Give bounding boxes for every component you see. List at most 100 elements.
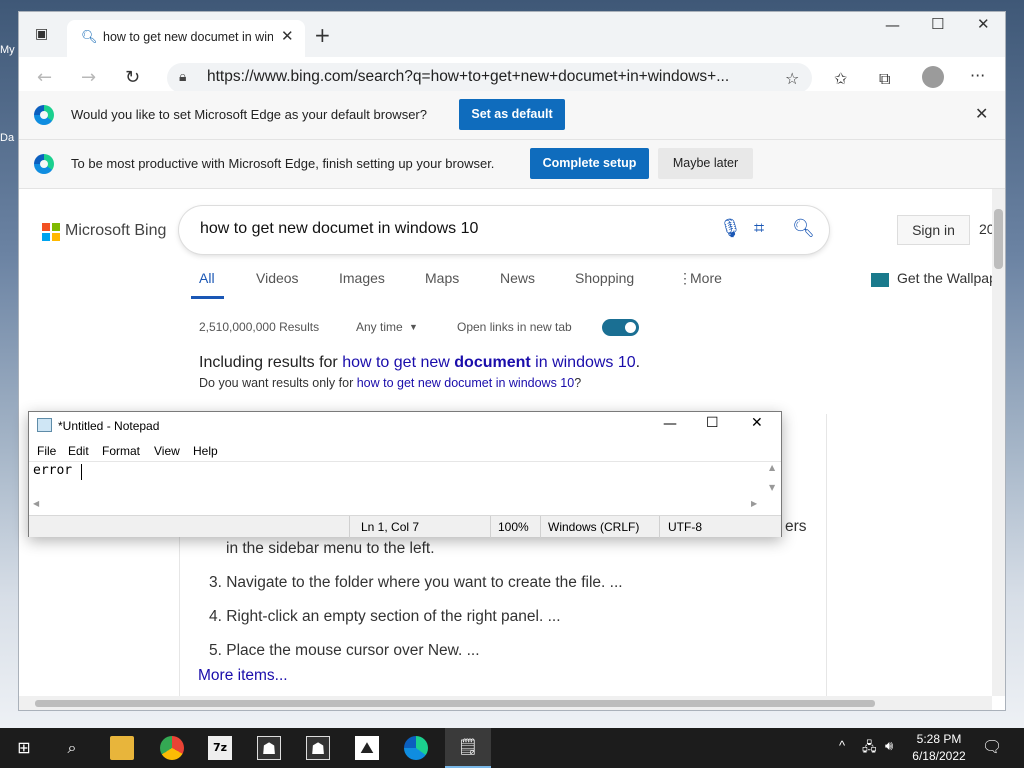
minimize-icon[interactable]: — xyxy=(663,416,677,432)
menu-help[interactable]: Help xyxy=(193,444,218,458)
address-bar[interactable]: 🔒︎ https://www.bing.com/search?q=how+to+… xyxy=(167,63,812,93)
set-as-default-button[interactable]: Set as default xyxy=(459,99,565,130)
menu-edit[interactable]: Edit xyxy=(68,444,89,458)
tab-title: how to get new documet in windows 10 - S… xyxy=(103,30,273,44)
desktop-icon-label[interactable]: My xyxy=(0,44,15,56)
collections-icon[interactable]: ⧉ xyxy=(879,69,890,89)
setup-infobar: To be most productive with Microsoft Edg… xyxy=(19,140,1005,189)
network-icon[interactable]: 🖧 xyxy=(862,738,877,760)
microphone-icon[interactable]: 🎙︎ xyxy=(719,218,742,239)
clock-time[interactable]: 5:28 PM xyxy=(906,732,972,746)
file-explorer-icon[interactable] xyxy=(110,736,134,760)
scroll-right-icon[interactable]: ▶ xyxy=(751,499,757,508)
close-tab-icon[interactable]: ✕ xyxy=(281,27,294,45)
clock-date[interactable]: 6/18/2022 xyxy=(906,749,972,763)
chevron-down-icon[interactable]: ▼ xyxy=(409,322,418,332)
tab-videos[interactable]: Videos xyxy=(256,270,299,286)
more-options-icon[interactable]: ··· xyxy=(970,66,985,85)
new-tab-icon[interactable]: + xyxy=(314,23,331,47)
favorite-star-icon[interactable]: ☆ xyxy=(785,69,799,88)
search-icon[interactable]: 🔍︎ xyxy=(792,218,815,239)
scroll-up-icon[interactable]: ▲ xyxy=(769,463,775,472)
edge-logo-icon xyxy=(34,154,54,174)
tab-shopping[interactable]: Shopping xyxy=(575,270,634,286)
scroll-thumb[interactable] xyxy=(994,209,1003,269)
volume-icon[interactable]: 🔊︎ xyxy=(885,738,893,754)
menu-view[interactable]: View xyxy=(154,444,180,458)
tab-images[interactable]: Images xyxy=(339,270,385,286)
vertical-scrollbar[interactable] xyxy=(992,189,1005,696)
visual-search-icon[interactable]: ⌗ xyxy=(754,218,764,239)
open-links-label: Open links in new tab xyxy=(457,320,572,334)
notepad-icon xyxy=(37,418,52,432)
notifications-icon[interactable]: 🗨︎ xyxy=(982,737,1002,757)
favorites-icon[interactable]: ✩ xyxy=(834,69,847,88)
list-item: 3. Navigate to the folder where you want… xyxy=(209,574,623,591)
edge-window: ▣ 🔍︎ how to get new documet in windows 1… xyxy=(18,11,1006,711)
scroll-down-icon[interactable]: ▼ xyxy=(769,483,775,492)
scroll-left-icon[interactable]: ◀ xyxy=(33,499,39,508)
complete-setup-button[interactable]: Complete setup xyxy=(530,148,649,179)
tab-news[interactable]: News xyxy=(500,270,535,286)
tab-actions-icon[interactable]: ▣ xyxy=(35,26,48,42)
default-browser-infobar: Would you like to set Microsoft Edge as … xyxy=(19,91,1005,140)
chevron-up-icon[interactable]: ^ xyxy=(839,738,845,753)
notepad-text[interactable]: error xyxy=(33,463,72,478)
notepad-titlebar[interactable]: *Untitled - Notepad — ☐ ✕ xyxy=(29,412,781,441)
search-query[interactable]: how to get new documet in windows 10 xyxy=(200,220,478,238)
tab-bar: ▣ 🔍︎ how to get new documet in windows 1… xyxy=(19,12,1005,57)
search-box[interactable]: how to get new documet in windows 10 🎙︎ … xyxy=(179,206,829,254)
minimize-icon[interactable]: — xyxy=(885,16,900,34)
link-part: how to get new xyxy=(342,354,455,371)
app-icon[interactable]: ☗ xyxy=(306,736,330,760)
original-query-link[interactable]: how to get new documet in windows 10 xyxy=(357,376,575,390)
more-items-link[interactable]: More items... xyxy=(198,667,288,685)
edge-icon[interactable] xyxy=(404,736,428,760)
microsoft-logo-icon[interactable] xyxy=(42,223,60,241)
browser-tab[interactable]: 🔍︎ how to get new documet in windows 10 … xyxy=(67,20,305,57)
time-filter[interactable]: Any time xyxy=(356,320,403,334)
forward-icon[interactable]: → xyxy=(81,67,96,88)
notepad-taskbar-icon[interactable]: 🗒︎ xyxy=(445,728,491,768)
bing-brand[interactable]: Microsoft Bing xyxy=(65,222,166,240)
open-links-toggle[interactable] xyxy=(602,319,639,336)
corrected-query-link[interactable]: how to get new document in windows 10 xyxy=(342,354,635,371)
menu-format[interactable]: Format xyxy=(102,444,140,458)
chrome-icon[interactable] xyxy=(160,736,184,760)
photos-icon[interactable]: ⛰ xyxy=(355,736,379,760)
list-item: 4. Right-click an empty section of the r… xyxy=(209,608,561,625)
notepad-statusbar: Ln 1, Col 7 100% Windows (CRLF) UTF-8 xyxy=(29,515,781,538)
prompt-suffix: ? xyxy=(574,376,582,390)
rewards-count[interactable]: 20 xyxy=(979,221,992,237)
close-window-icon[interactable]: ✕ xyxy=(977,15,990,33)
tab-more[interactable]: More xyxy=(690,270,722,286)
zoom-level: 100% xyxy=(498,520,529,534)
close-infobar-icon[interactable]: ✕ xyxy=(975,104,988,123)
7zip-icon[interactable]: 7z xyxy=(208,736,232,760)
tab-all[interactable]: All xyxy=(199,270,215,286)
start-windows-icon[interactable]: ⊞ xyxy=(12,736,36,760)
refresh-icon[interactable]: ↻ xyxy=(125,67,140,88)
scroll-thumb[interactable] xyxy=(35,700,875,707)
sign-in-button[interactable]: Sign in xyxy=(897,215,970,245)
back-icon[interactable]: ← xyxy=(37,67,52,88)
lock-icon[interactable]: 🔒︎ xyxy=(179,69,186,85)
profile-avatar-icon[interactable] xyxy=(922,66,944,88)
desktop-icon-label[interactable]: Da xyxy=(0,132,14,144)
maximize-icon[interactable]: ☐ xyxy=(931,15,944,33)
tab-maps[interactable]: Maps xyxy=(425,270,459,286)
close-icon[interactable]: ✕ xyxy=(751,415,763,431)
menu-file[interactable]: File xyxy=(37,444,56,458)
maximize-icon[interactable]: ☐ xyxy=(706,415,719,431)
horizontal-scrollbar[interactable] xyxy=(19,696,992,710)
notepad-window: *Untitled - Notepad — ☐ ✕ File Edit Form… xyxy=(28,411,782,538)
link-part: in windows 10 xyxy=(530,354,636,371)
taskbar: ⊞ ⌕ 7z ☗ ☗ ⛰ 🗒︎ ^ 🖧 🔊︎ 5:28 PM 6/18/2022… xyxy=(0,728,1024,768)
partial-text: ers xyxy=(785,518,807,535)
maybe-later-button[interactable]: Maybe later xyxy=(658,148,753,179)
app-icon[interactable]: ☗ xyxy=(257,736,281,760)
wallpaper-link[interactable]: Get the Wallpap xyxy=(897,270,992,286)
wallpaper-icon[interactable] xyxy=(871,273,889,287)
link-bold: document xyxy=(454,354,531,371)
search-icon[interactable]: ⌕ xyxy=(60,736,84,760)
